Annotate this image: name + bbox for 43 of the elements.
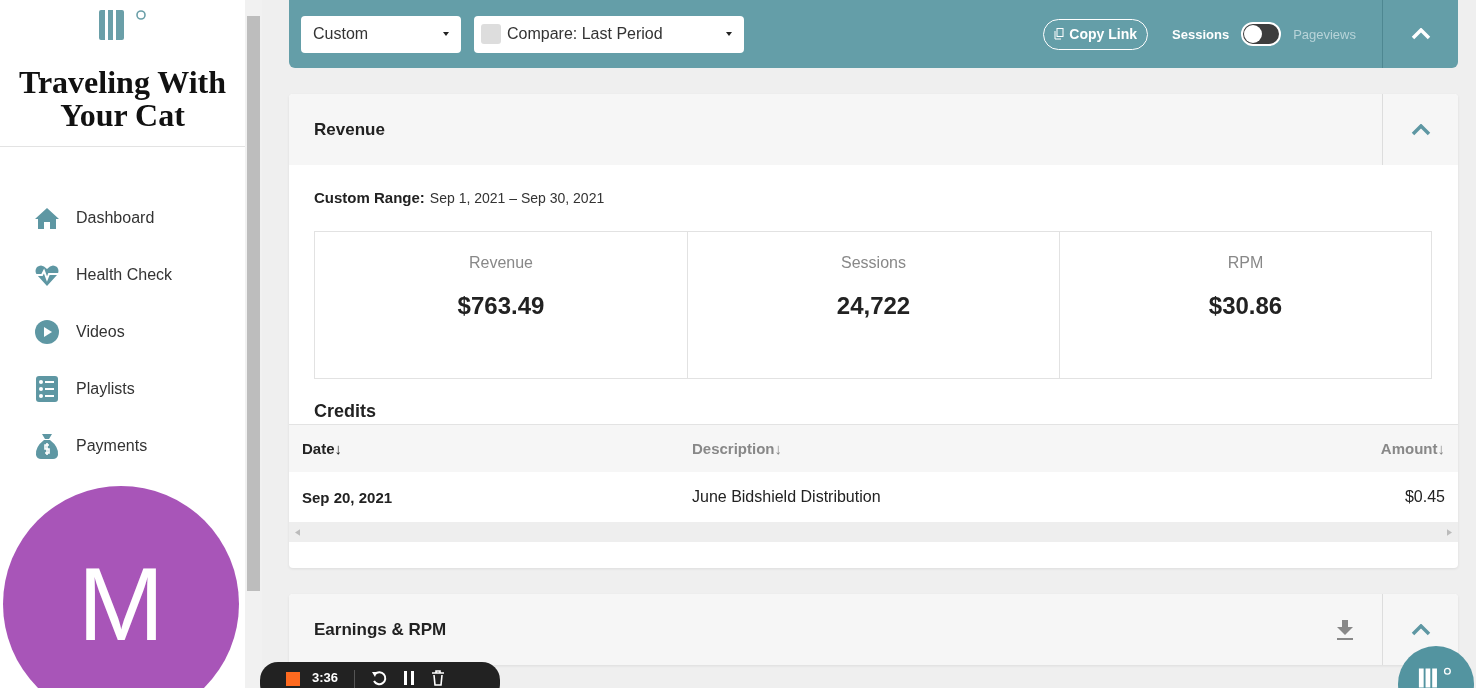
stat-value: 24,722 xyxy=(836,292,911,320)
table-cell-text: Sep 20, 2021 xyxy=(302,488,394,506)
collapse-icon[interactable] xyxy=(1410,623,1431,636)
toggle-label: Sessions xyxy=(1172,26,1230,42)
table-title: Credits xyxy=(313,400,377,423)
sidebar-item[interactable]: Dashboard xyxy=(34,203,245,233)
pause-icon[interactable] xyxy=(403,670,416,686)
range-label: Custom Range: xyxy=(314,189,425,206)
trash-icon[interactable] xyxy=(431,670,446,686)
collapse-icon[interactable] xyxy=(1410,123,1431,136)
sidebar-item[interactable]: Videos xyxy=(34,317,245,347)
compare-dropdown[interactable]: Compare: Last Period xyxy=(474,15,744,53)
toggle-label: Pageviews xyxy=(1293,26,1356,42)
sidebar-item[interactable]: Playlists xyxy=(34,374,245,404)
stat-value: $763.49 xyxy=(457,292,545,320)
table-cell-text: $0.45 xyxy=(1403,488,1445,506)
undo-icon[interactable] xyxy=(371,670,388,686)
stat-label: Revenue xyxy=(468,254,533,272)
metric-toggle[interactable] xyxy=(1241,22,1282,46)
heart-pulse-icon xyxy=(34,262,60,288)
recording-time: 3:36 xyxy=(312,670,339,685)
section-title: Revenue xyxy=(314,119,386,140)
column-header[interactable]: Date↓ xyxy=(302,440,692,457)
section-title: Earnings & RPM xyxy=(314,619,448,640)
table-cell-text: June Bidshield Distribution xyxy=(692,488,882,506)
sidebar-item[interactable]: Payments xyxy=(34,431,245,461)
stat-value: $30.86 xyxy=(1208,292,1283,320)
download-icon[interactable] xyxy=(1336,619,1354,640)
horizontal-scrollbar[interactable] xyxy=(289,522,1458,542)
logo-icon xyxy=(96,8,149,42)
money-bag-icon xyxy=(34,433,60,459)
range-dropdown[interactable]: Custom xyxy=(301,15,461,53)
play-icon xyxy=(34,319,60,345)
list-icon xyxy=(34,376,60,402)
stat-label: RPM xyxy=(1227,254,1264,272)
date-range: Sep 1, 2021 – Sep 30, 2021 xyxy=(429,190,605,206)
sidebar-item[interactable]: Health Check xyxy=(34,260,245,290)
home-icon xyxy=(34,205,60,231)
site-title: Traveling With Your Cat xyxy=(17,66,228,132)
copy-icon xyxy=(1054,28,1065,40)
scroll-left-icon[interactable] xyxy=(295,528,300,536)
scroll-right-icon[interactable] xyxy=(1447,528,1452,536)
stat-label: Sessions xyxy=(841,254,906,272)
